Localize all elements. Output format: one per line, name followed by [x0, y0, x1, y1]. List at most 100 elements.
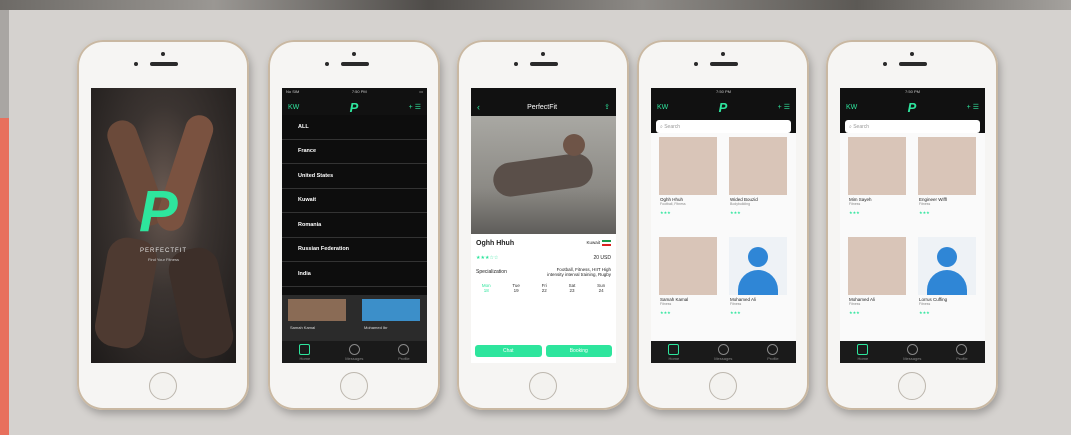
menu-item-kuwait[interactable]: Kuwait — [282, 189, 427, 213]
day-picker: Mon 18 Tue 19 Fri 22 Sat 23 Sun 24 — [471, 283, 616, 293]
menu-item-romania[interactable]: Romania — [282, 213, 427, 238]
camera-icon — [541, 52, 545, 56]
trainer-grid-screen: 7:50 PM KW P + ☰ ⌕ Search Mim Sayeh Fitne… — [840, 88, 985, 363]
perfectfit-logo-icon: P — [139, 179, 178, 244]
nav-actions: + ☰ — [409, 103, 421, 111]
tab-bar: Home Messages Profile — [282, 341, 427, 363]
perfectfit-logo-icon: P — [907, 99, 917, 115]
trainer-card[interactable]: Engineer Wiffl Fitness ★★★ — [916, 135, 978, 233]
add-icon[interactable]: + — [409, 104, 413, 111]
status-bar: No SIM 7:50 PM ▭ — [282, 88, 427, 98]
tab-profile[interactable]: Profile — [398, 343, 410, 361]
trainer-card[interactable]: Lorrus Cuffing Fitness ★★★ — [916, 235, 978, 333]
trainer-card[interactable]: Mohamed Ali Fitness ★★★ — [727, 235, 789, 333]
share-icon[interactable]: ⇪ — [604, 103, 610, 111]
phone-country-menu: No SIM 7:50 PM ▭ KW P + ☰ ALL France Uni… — [268, 40, 440, 410]
speaker-grille — [341, 62, 369, 66]
day-option[interactable]: Tue 19 — [512, 283, 520, 293]
sensor-icon — [883, 62, 887, 66]
default-avatar-icon — [729, 237, 787, 295]
background-left-strip-red — [0, 118, 9, 435]
trainer-list-behind-menu: Samah Kamal Mohamed Ibr — [282, 295, 427, 341]
specialization-value: Football, Fitness, HIIT High intensity i… — [547, 267, 611, 277]
tab-home[interactable]: Home — [857, 343, 869, 361]
tab-messages[interactable]: Messages — [345, 343, 363, 361]
filter-icon[interactable]: ☰ — [415, 104, 421, 111]
trainer-card[interactable]: Mim Sayeh Fitness ★★★ — [846, 135, 908, 233]
trainer-thumbnail[interactable] — [362, 299, 420, 321]
tab-profile[interactable]: Profile — [767, 343, 779, 361]
menu-item-france[interactable]: France — [282, 140, 427, 164]
menu-item-all[interactable]: ALL — [282, 115, 427, 140]
tab-bar: Home Messages Profile — [840, 341, 985, 363]
tab-home[interactable]: Home — [299, 343, 311, 361]
home-icon — [857, 343, 869, 355]
add-icon[interactable]: + — [967, 104, 971, 111]
add-icon[interactable]: + — [778, 104, 782, 111]
menu-item-united-states[interactable]: United States — [282, 164, 427, 189]
filter-icon[interactable]: ☰ — [973, 104, 979, 111]
rating-stars: ★★★☆☆ — [476, 255, 499, 261]
background-left-strip-grey — [0, 10, 9, 118]
day-option[interactable]: Fri 22 — [542, 283, 547, 293]
country-code-button[interactable]: KW — [657, 104, 668, 111]
tab-messages[interactable]: Messages — [714, 343, 732, 361]
default-avatar-icon — [918, 237, 976, 295]
home-button[interactable] — [340, 372, 368, 400]
country-code-button[interactable]: KW — [846, 104, 857, 111]
sensor-icon — [694, 62, 698, 66]
trainer-country: Kuwait — [586, 240, 600, 246]
trainer-grid-screen: 7:50 PM KW P + ☰ ⌕ Search Oghh Hhuh Footb… — [651, 88, 796, 363]
nav-actions: + ☰ — [778, 103, 790, 111]
status-bar: 7:50 PM — [651, 88, 796, 98]
menu-item-india[interactable]: India — [282, 262, 427, 287]
home-button[interactable] — [709, 372, 737, 400]
battery-icon: ▭ — [419, 89, 423, 94]
filter-icon[interactable]: ☰ — [784, 104, 790, 111]
phone-trainer-detail: ‹ PerfectFit ⇪ Oghh Hhuh Kuwait ★★★☆☆ 20… — [457, 40, 629, 410]
phone-splash: P PERFECTFIT Find Your Fitness — [77, 40, 249, 410]
speaker-grille — [530, 62, 558, 66]
day-option[interactable]: Sat 23 — [569, 283, 576, 293]
nav-bar: KW P + ☰ — [282, 98, 427, 116]
status-time: 7:50 PM — [351, 89, 367, 94]
home-button[interactable] — [149, 372, 177, 400]
tab-bar: Home Messages Profile — [651, 341, 796, 363]
search-input[interactable]: ⌕ Search — [656, 120, 791, 133]
kuwait-flag-icon — [602, 240, 611, 246]
user-icon — [767, 343, 779, 355]
chat-button[interactable]: Chat — [475, 345, 542, 357]
phone-trainer-grid: 7:50 PM KW P + ☰ ⌕ Search Oghh Hhuh Footb… — [637, 40, 809, 410]
chat-icon — [348, 343, 360, 355]
camera-icon — [161, 52, 165, 56]
home-button[interactable] — [898, 372, 926, 400]
trainer-card[interactable]: Mohamed Ali Fitness ★★★ — [846, 235, 908, 333]
perfectfit-logo-icon: P — [349, 99, 359, 115]
menu-item-russian-federation[interactable]: Russian Federation — [282, 238, 427, 262]
trainer-card[interactable]: Oghh Hhuh Football, Fitness ★★★ — [657, 135, 719, 233]
tab-home[interactable]: Home — [668, 343, 680, 361]
home-button[interactable] — [529, 372, 557, 400]
back-icon[interactable]: ‹ — [477, 102, 480, 112]
sensor-icon — [514, 62, 518, 66]
phone-trainer-grid-2: 7:50 PM KW P + ☰ ⌕ Search Mim Sayeh Fitne… — [826, 40, 998, 410]
day-option[interactable]: Mon 18 — [482, 283, 491, 293]
trainer-name: Mohamed Ibr — [364, 325, 388, 330]
camera-icon — [352, 52, 356, 56]
brand-name: PERFECTFIT — [140, 248, 187, 254]
trainer-card[interactable]: Wided Bouzid Bodybuilding ★★★ — [727, 135, 789, 233]
nav-bar: ‹ PerfectFit ⇪ — [471, 98, 616, 116]
country-code-button[interactable]: KW — [288, 104, 299, 111]
home-icon — [299, 343, 311, 355]
home-icon — [668, 343, 680, 355]
tab-profile[interactable]: Profile — [956, 343, 968, 361]
day-option[interactable]: Sun 24 — [597, 283, 605, 293]
booking-button[interactable]: Booking — [545, 345, 612, 357]
trainer-card[interactable]: Samah Kamal Fitness ★★★ — [657, 235, 719, 333]
splash-screen: P PERFECTFIT Find Your Fitness — [91, 88, 236, 363]
camera-icon — [721, 52, 725, 56]
tab-messages[interactable]: Messages — [903, 343, 921, 361]
search-input[interactable]: ⌕ Search — [845, 120, 980, 133]
specialization-label: Specialization — [476, 269, 507, 275]
trainer-thumbnail[interactable] — [288, 299, 346, 321]
